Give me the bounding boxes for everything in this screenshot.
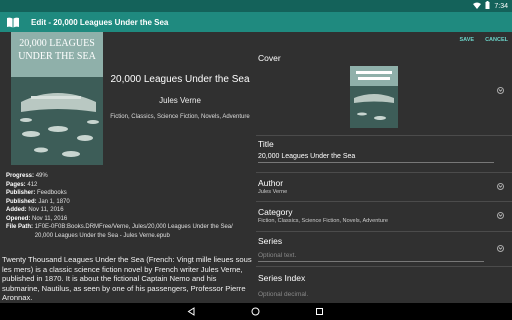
book-title: 20,000 Leagues Under the Sea xyxy=(110,74,250,85)
wifi-icon xyxy=(473,2,482,11)
book-genres: Fiction, Classics, Science Fiction, Nove… xyxy=(110,114,250,120)
divider xyxy=(256,201,512,202)
meta-opened: Opened: Nov 11, 2016 xyxy=(6,215,68,222)
series-chevron-down-icon[interactable] xyxy=(497,245,504,252)
cover-section: Cover xyxy=(258,53,508,63)
cancel-button[interactable]: CANCEL xyxy=(485,37,508,43)
recents-icon[interactable] xyxy=(314,306,325,317)
save-button[interactable]: SAVE xyxy=(460,37,475,43)
title-input[interactable]: 20,000 Leagues Under the Sea xyxy=(258,153,508,160)
category-section: Category Fiction, Classics, Science Fict… xyxy=(258,207,508,224)
status-time: 7:34 xyxy=(494,2,508,10)
meta-file-path: File Path: 1F0E-0F0B:Books.DRMFree/Verne… xyxy=(6,224,233,239)
author-label: Author xyxy=(258,178,284,188)
series-label: Series xyxy=(258,236,283,246)
navigation-bar xyxy=(0,303,512,320)
series-section: Series Optional text. xyxy=(258,236,508,262)
book-metadata: Progress: 49% Pages: 412 Publisher: Feed… xyxy=(6,172,252,240)
meta-pages: Pages: 412 xyxy=(6,181,38,188)
book-cover-image: 20,000 LEAGUES UNDER THE SEA xyxy=(11,32,103,165)
app-bar: Edit - 20,000 Leagues Under the Sea xyxy=(0,12,512,32)
series-input-underline xyxy=(258,261,484,262)
divider xyxy=(256,172,512,173)
divider xyxy=(256,135,512,136)
series-index-label: Series Index xyxy=(258,273,306,283)
edit-form-pane: SAVE CANCEL Cover Title 20,000 Leagues U… xyxy=(256,32,512,303)
meta-progress: Progress: 49% xyxy=(6,173,48,179)
series-index-input[interactable]: Optional decimal. xyxy=(258,291,508,298)
cover-title-line2: UNDER THE SEA xyxy=(18,51,96,62)
cover-chevron-down-icon[interactable] xyxy=(497,87,504,94)
divider xyxy=(256,231,512,232)
home-icon[interactable] xyxy=(250,306,261,317)
series-input[interactable]: Optional text. xyxy=(258,252,508,259)
book-icon[interactable] xyxy=(5,15,21,29)
title-label: Title xyxy=(258,139,274,149)
back-icon[interactable] xyxy=(186,306,197,317)
cover-title-line1: 20,000 LEAGUES xyxy=(19,38,95,49)
author-chevron-down-icon[interactable] xyxy=(497,183,504,190)
meta-publisher: Publisher: Feedbooks xyxy=(6,190,67,196)
book-author: Jules Verne xyxy=(159,96,201,105)
status-bar: 7:34 xyxy=(0,0,512,12)
divider xyxy=(256,266,512,267)
book-summary: 20,000 Leagues Under the Sea Jules Verne… xyxy=(110,74,250,121)
meta-published: Published: Jan 1, 1870 xyxy=(6,198,70,205)
series-index-section: Series Index Optional decimal. xyxy=(258,273,508,298)
app-title: Edit - 20,000 Leagues Under the Sea xyxy=(31,17,169,27)
battery-icon xyxy=(485,1,490,11)
category-chevron-down-icon[interactable] xyxy=(497,212,504,219)
cover-thumbnail[interactable] xyxy=(350,66,398,128)
book-details-pane: 20,000 LEAGUES UNDER THE SEA 20,000 Leag… xyxy=(0,32,256,303)
cover-label: Cover xyxy=(258,53,281,63)
book-description: Twenty Thousand Leagues Under the Sea (F… xyxy=(2,255,252,303)
category-value: Fiction, Classics, Science Fiction, Nove… xyxy=(258,218,388,224)
meta-added: Added: Nov 11, 2016 xyxy=(6,207,64,213)
author-value: Jules Verne xyxy=(258,189,288,195)
author-section: Author Jules Verne xyxy=(258,178,508,195)
form-actions: SAVE CANCEL xyxy=(460,37,509,43)
title-input-underline xyxy=(258,162,494,163)
title-section: Title 20,000 Leagues Under the Sea xyxy=(258,139,508,163)
status-icons: 7:34 xyxy=(473,1,508,11)
category-label: Category xyxy=(258,207,293,217)
